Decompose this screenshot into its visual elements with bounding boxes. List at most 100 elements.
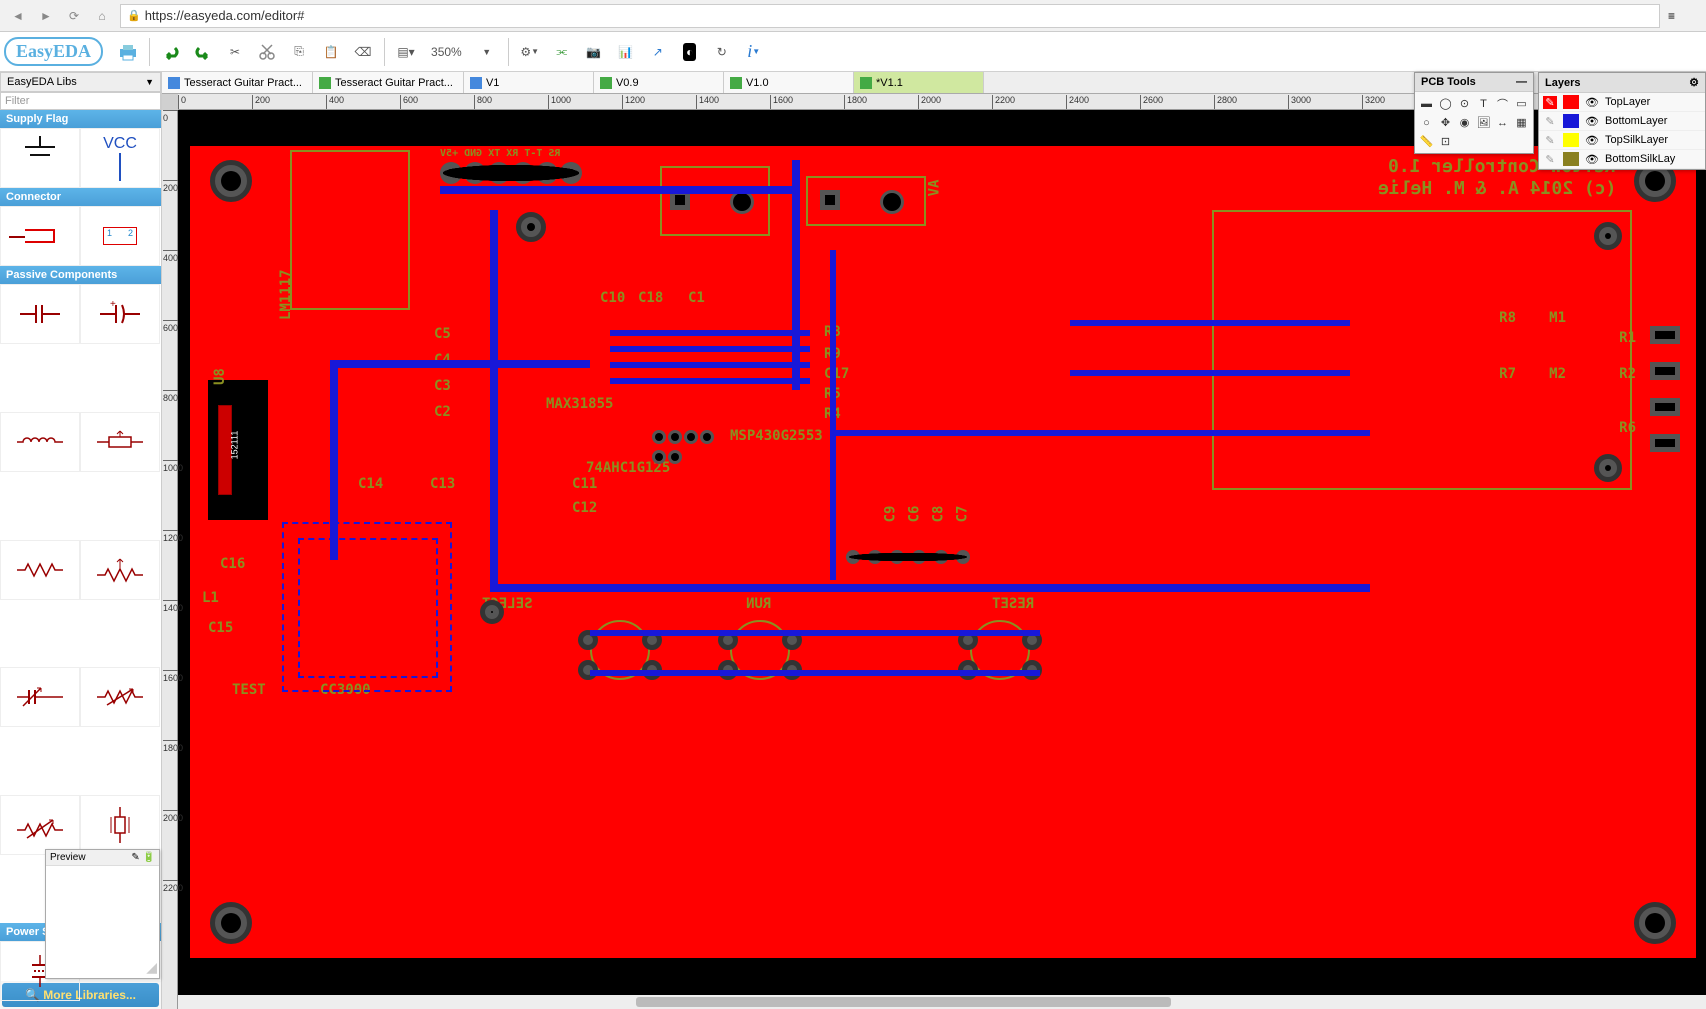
layer-row-toplayer[interactable]: ✎👁TopLayer bbox=[1539, 93, 1705, 112]
steam-icon[interactable]: ◐ bbox=[675, 37, 705, 67]
label-r1: R1 bbox=[1619, 330, 1636, 346]
pencil-icon[interactable]: ✎ bbox=[1543, 115, 1557, 128]
export-icon[interactable]: ↗ bbox=[643, 37, 673, 67]
reload-button[interactable]: ⟳ bbox=[64, 6, 84, 26]
history-icon[interactable]: ↻ bbox=[707, 37, 737, 67]
cut-icon[interactable]: ✂ bbox=[220, 37, 250, 67]
sch-icon bbox=[470, 77, 482, 89]
pcb-canvas[interactable]: 0200400600800100012001400160018002000220… bbox=[162, 110, 1706, 1009]
zoom-value[interactable]: 350% bbox=[423, 45, 470, 59]
lib-ind[interactable] bbox=[0, 412, 80, 472]
libs-dropdown[interactable]: EasyEDA Libs bbox=[0, 72, 161, 92]
eye-icon[interactable]: 👁 bbox=[1585, 134, 1599, 147]
circle-tool-icon[interactable]: ○ bbox=[1417, 113, 1436, 132]
menu-icon[interactable]: ≡ bbox=[1668, 9, 1698, 23]
h-scrollbar[interactable] bbox=[178, 995, 1706, 1009]
url-bar[interactable]: 🔒 https://easyeda.com/editor# bbox=[120, 4, 1660, 28]
arc-tool-icon[interactable]: ⌒ bbox=[1493, 94, 1512, 113]
text-tool-icon[interactable]: T bbox=[1474, 94, 1493, 113]
pcb-board[interactable]: Reflow Controller 1.0 (c) 2014 A. & M. H… bbox=[190, 130, 1696, 974]
layer-row-bottomlayer[interactable]: ✎👁BottomLayer bbox=[1539, 112, 1705, 131]
lib-gnd[interactable] bbox=[0, 128, 80, 188]
lib-cap[interactable] bbox=[0, 284, 80, 344]
app-logo[interactable]: EasyEDA bbox=[4, 37, 103, 66]
lib-vcc[interactable]: VCC bbox=[80, 128, 160, 188]
gear-icon[interactable]: ⚙▼ bbox=[515, 37, 545, 67]
image-tool-icon[interactable]: 🖼 bbox=[1474, 113, 1493, 132]
tab-tesseract-guitar-pract-[interactable]: Tesseract Guitar Pract... bbox=[162, 72, 313, 93]
lib-conn1[interactable] bbox=[0, 206, 80, 266]
resize-handle[interactable]: ◢ bbox=[146, 959, 157, 976]
tab-v1-0[interactable]: V1.0 bbox=[724, 72, 854, 93]
forward-button[interactable]: ► bbox=[36, 6, 56, 26]
label-c16: C16 bbox=[220, 556, 245, 572]
home-button[interactable]: ⌂ bbox=[92, 6, 112, 26]
ruler-tool-icon[interactable]: 📏 bbox=[1417, 132, 1436, 151]
lib-conn2[interactable]: 12 bbox=[80, 206, 160, 266]
preview-tools[interactable]: ✎ 🔋 bbox=[131, 852, 155, 863]
eye-icon[interactable]: 👁 bbox=[1585, 115, 1599, 128]
tab-v1[interactable]: V1 bbox=[464, 72, 594, 93]
region-tool-icon[interactable]: ▦ bbox=[1512, 113, 1531, 132]
copy-icon[interactable]: ⎘ bbox=[284, 37, 314, 67]
section-supply[interactable]: Supply Flag bbox=[0, 110, 161, 128]
section-passive[interactable]: Passive Components bbox=[0, 266, 161, 284]
tab--v1-1[interactable]: *V1.1 bbox=[854, 72, 984, 93]
trace bbox=[792, 160, 800, 390]
lib-cap-pol[interactable]: + bbox=[80, 284, 160, 344]
svg-text:+: + bbox=[110, 299, 116, 310]
pcb-icon bbox=[600, 77, 612, 89]
eye-icon[interactable]: 👁 bbox=[1585, 153, 1599, 166]
gear-icon[interactable]: ⚙ bbox=[1689, 76, 1699, 89]
zoom-dropdown-icon[interactable]: ▼ bbox=[472, 37, 502, 67]
trace bbox=[610, 362, 810, 368]
eye-icon[interactable]: 👁 bbox=[1585, 96, 1599, 109]
rect-tool-icon[interactable]: ▭ bbox=[1512, 94, 1531, 113]
paste-icon[interactable]: 📋 bbox=[316, 37, 346, 67]
align-icon[interactable]: ▤▾ bbox=[391, 37, 421, 67]
lib-res-us2[interactable] bbox=[80, 540, 160, 600]
layer-name: BottomSilkLay bbox=[1605, 153, 1675, 165]
info-icon[interactable]: i▼ bbox=[739, 37, 769, 67]
left-panel: EasyEDA Libs Filter Supply Flag VCC Conn… bbox=[0, 72, 162, 1009]
lib-pot[interactable] bbox=[0, 667, 80, 727]
filter-input[interactable]: Filter bbox=[0, 92, 161, 110]
lib-trim[interactable] bbox=[0, 795, 80, 855]
group-tool-icon[interactable]: ⊡ bbox=[1436, 132, 1455, 151]
label-c15: C15 bbox=[208, 620, 233, 636]
pad-tool-icon[interactable]: ◯ bbox=[1436, 94, 1455, 113]
pcb-icon bbox=[860, 77, 872, 89]
camera-icon[interactable]: 📷 bbox=[579, 37, 609, 67]
track-tool-icon[interactable]: ▬ bbox=[1417, 94, 1436, 113]
canvas-area: Tesseract Guitar Pract...Tesseract Guita… bbox=[162, 72, 1706, 1009]
tab-tesseract-guitar-pract-[interactable]: Tesseract Guitar Pract... bbox=[313, 72, 464, 93]
label-r2: R2 bbox=[1619, 366, 1636, 382]
bom-icon[interactable]: 📊 bbox=[611, 37, 641, 67]
back-button[interactable]: ◄ bbox=[8, 6, 28, 26]
scissors-icon[interactable] bbox=[252, 37, 282, 67]
delete-icon[interactable]: ⌫ bbox=[348, 37, 378, 67]
pencil-icon[interactable]: ✎ bbox=[1543, 134, 1557, 147]
lib-res-eu[interactable] bbox=[80, 412, 160, 472]
layer-color bbox=[1563, 95, 1579, 109]
via-tool-icon[interactable]: ⊙ bbox=[1455, 94, 1474, 113]
hole-tool-icon[interactable]: ◉ bbox=[1455, 113, 1474, 132]
redo-icon[interactable] bbox=[188, 37, 218, 67]
layer-row-bottomsilklay[interactable]: ✎ 👁 BottomSilkLay bbox=[1539, 150, 1705, 169]
undo-icon[interactable] bbox=[156, 37, 186, 67]
lib-crystal[interactable] bbox=[80, 795, 160, 855]
tab-v0-9[interactable]: V0.9 bbox=[594, 72, 724, 93]
layer-row-topsilklayer[interactable]: ✎👁TopSilkLayer bbox=[1539, 131, 1705, 150]
minimize-icon[interactable]: — bbox=[1516, 76, 1527, 88]
pencil-icon[interactable]: ✎ bbox=[1543, 96, 1557, 109]
lib-var-res[interactable] bbox=[80, 667, 160, 727]
dim-tool-icon[interactable]: ↔ bbox=[1493, 113, 1512, 132]
tab-label: V0.9 bbox=[616, 77, 639, 89]
section-connector[interactable]: Connector bbox=[0, 188, 161, 206]
share-icon[interactable]: ⫘ bbox=[547, 37, 577, 67]
lib-res-us[interactable] bbox=[0, 540, 80, 600]
move-tool-icon[interactable]: ✥ bbox=[1436, 113, 1455, 132]
print-icon[interactable] bbox=[113, 37, 143, 67]
label-c17: C17 bbox=[824, 366, 849, 382]
pencil-icon[interactable]: ✎ bbox=[1543, 153, 1557, 166]
